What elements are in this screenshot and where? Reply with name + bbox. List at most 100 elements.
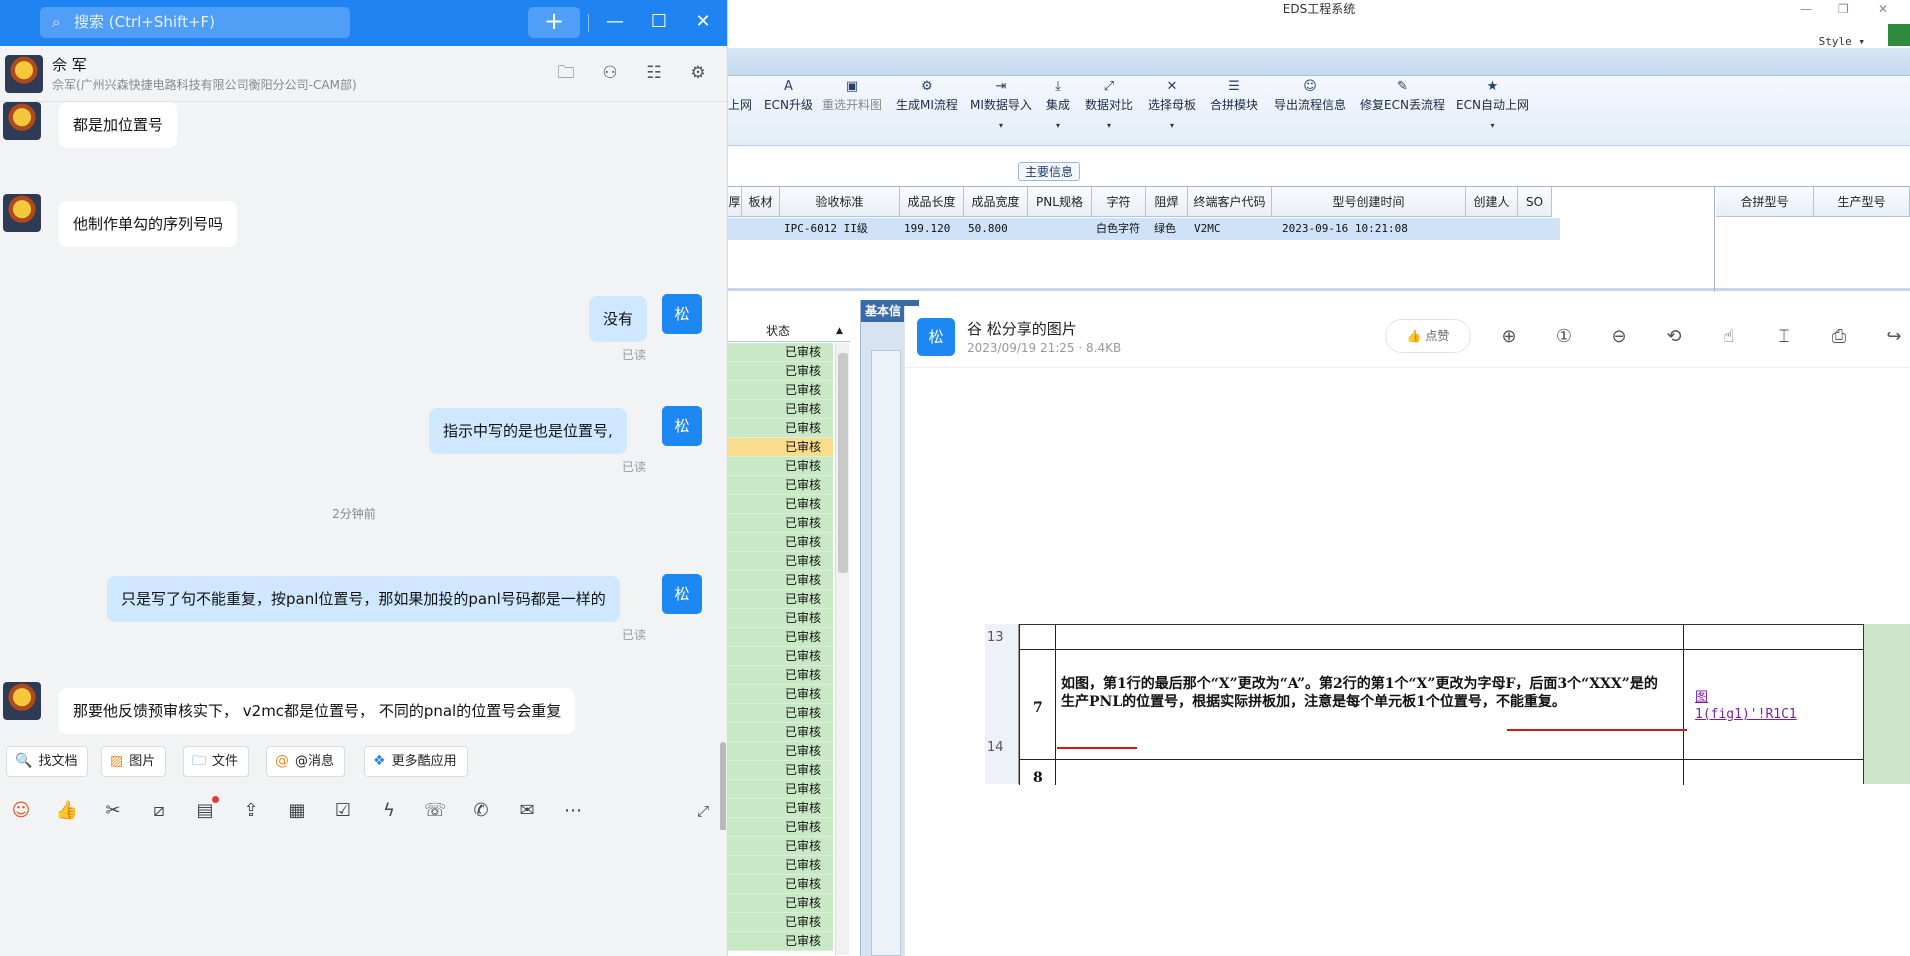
ribbon-button-integrate[interactable]: ⤓ 集成 ▾ [1046, 80, 1070, 131]
more-apps-button[interactable]: ❖ 更多酷应用 [364, 746, 468, 777]
ribbon-button-ecn-auto-online[interactable]: ★ ECN自动上网 ▾ [1456, 80, 1529, 131]
status-cell[interactable]: 已审核 [728, 590, 833, 609]
thumbs-up-icon[interactable]: 👍 [52, 796, 82, 826]
style-dropdown[interactable]: Style ▾ [1819, 35, 1865, 48]
status-cell[interactable]: 已审核 [728, 533, 833, 552]
add-user-icon[interactable]: ⚇ [597, 60, 623, 86]
rotate-icon[interactable]: ⟲ [1660, 324, 1688, 352]
find-doc-button[interactable]: 🔍 找文档 [6, 746, 89, 777]
column-header[interactable]: 阻焊 [1146, 187, 1188, 217]
zoom-out-icon[interactable]: ⊖ [1605, 324, 1633, 352]
status-cell[interactable]: 已审核 [728, 742, 833, 761]
slash-command-icon[interactable]: ⧄ [144, 796, 174, 826]
status-cell[interactable]: 已审核 [728, 913, 833, 932]
message-bubble[interactable]: 他制作单勾的序列号吗 [59, 201, 238, 247]
chevron-down-icon[interactable]: ▾ [1085, 121, 1133, 130]
status-cell[interactable]: 已审核 [728, 476, 833, 495]
image-button[interactable]: ▨ 图片 [101, 746, 167, 777]
mention-button[interactable]: @ @消息 [266, 746, 346, 777]
column-header[interactable]: 终端客户代码 [1188, 187, 1272, 217]
zoom-in-icon[interactable]: ⊕ [1495, 324, 1523, 352]
ribbon-button-online[interactable]: 上网 [728, 80, 752, 113]
status-cell[interactable]: 已审核 [728, 932, 833, 951]
column-header[interactable]: 板材 [742, 187, 780, 217]
ribbon-button-merge-module[interactable]: ☰ 合拼模块 [1210, 80, 1258, 113]
contact-name[interactable]: 佘 军 [52, 54, 87, 75]
status-cell[interactable]: 已审核 [728, 457, 833, 476]
share-icon[interactable]: ↪ [1880, 324, 1908, 352]
minimize-icon[interactable]: — [1800, 2, 1812, 16]
calendar-icon[interactable]: ▦ [282, 796, 312, 826]
status-cell[interactable]: 已审核 [728, 514, 833, 533]
close-icon[interactable]: ✕ [1878, 2, 1888, 16]
minimize-icon[interactable]: — [601, 8, 629, 36]
status-cell[interactable]: 已审核 [728, 723, 833, 742]
status-cell[interactable]: 已审核 [728, 552, 833, 571]
hand-icon[interactable]: ☝ [1715, 324, 1743, 352]
chevron-down-icon[interactable]: ▾ [1456, 121, 1529, 130]
status-cell[interactable]: 已审核 [728, 362, 833, 381]
task-check-icon[interactable]: ☑ [328, 796, 358, 826]
chevron-down-icon[interactable]: ▾ [970, 121, 1032, 130]
status-cell[interactable]: 已审核 [728, 685, 833, 704]
message-bubble[interactable]: 没有 [589, 296, 648, 342]
more-icon[interactable]: ⋯ [558, 796, 588, 826]
column-header[interactable]: 字符 [1092, 187, 1146, 217]
sort-up-icon[interactable]: ▲ [836, 320, 843, 342]
avatar[interactable]: 松 [662, 574, 702, 614]
status-cell[interactable]: 已审核 [728, 780, 833, 799]
close-icon[interactable]: ✕ [689, 8, 717, 36]
expand-icon[interactable]: ⤢ [688, 796, 718, 826]
status-cell[interactable]: 已审核 [728, 400, 833, 419]
status-cell[interactable]: 已审核 [728, 856, 833, 875]
mail-icon[interactable]: ✉ [512, 796, 542, 826]
column-header[interactable]: 成品长度 [900, 187, 964, 217]
ribbon-button-generate-mi[interactable]: ⚙ 生成MI流程 [896, 80, 958, 113]
search-history-icon[interactable]: ☷ [641, 60, 667, 86]
avatar[interactable] [5, 55, 43, 93]
message-bubble[interactable]: 指示中写的是也是位置号, [429, 408, 627, 454]
status-cell[interactable]: 已审核 [728, 647, 833, 666]
column-header[interactable]: 合拼型号 [1716, 187, 1814, 217]
status-cell[interactable]: 已审核 [728, 837, 833, 856]
status-cell[interactable]: 已审核 [728, 894, 833, 913]
status-column-header[interactable]: 状态 ▲ [728, 320, 850, 342]
ribbon-button-export-flow[interactable]: ☺ 导出流程信息 [1274, 80, 1346, 113]
scrollbar[interactable] [835, 343, 849, 955]
avatar[interactable] [3, 682, 41, 720]
status-cell[interactable]: 已审核 [728, 799, 833, 818]
status-cell[interactable]: 已审核 [728, 875, 833, 894]
scissors-icon[interactable]: ✂ [98, 796, 128, 826]
actual-size-icon[interactable]: ① [1550, 324, 1578, 352]
message-bubble[interactable]: 只是写了句不能重复，按panl位置号，那如果加投的panl号码都是一样的 [107, 576, 620, 622]
column-header[interactable]: 厚 [728, 187, 742, 217]
status-cell[interactable]: 已审核 [728, 343, 833, 362]
ribbon-button-repair-ecn[interactable]: ✎ 修复ECN丢流程 [1360, 80, 1445, 113]
avatar[interactable]: 松 [662, 294, 702, 334]
status-cell[interactable]: 已审核 [728, 381, 833, 400]
phone-call-icon[interactable]: ✆ [466, 796, 496, 826]
gear-icon[interactable]: ⚙ [685, 60, 711, 86]
crop-text-icon[interactable]: ⌶ [1770, 324, 1798, 352]
column-header[interactable]: 型号创建时间 [1272, 187, 1466, 217]
lightning-icon[interactable]: ϟ [374, 796, 404, 826]
column-header[interactable]: SO [1518, 187, 1552, 217]
chevron-down-icon[interactable]: ▾ [1148, 121, 1196, 130]
ribbon-button-data-compare[interactable]: ⤢ 数据对比 ▾ [1085, 80, 1133, 131]
upload-icon[interactable]: ⇪ [236, 796, 266, 826]
emoji-icon[interactable]: ☺ [6, 796, 36, 826]
file-button[interactable]: 🗀 文件 [183, 746, 250, 777]
column-header[interactable]: 验收标准 [780, 187, 900, 217]
column-header[interactable]: PNL规格 [1028, 187, 1092, 217]
add-button[interactable]: + [528, 7, 580, 38]
avatar[interactable]: 松 [662, 406, 702, 446]
avatar[interactable] [3, 102, 41, 140]
status-cell[interactable]: 已审核 [728, 761, 833, 780]
restore-icon[interactable]: ❐ [1838, 2, 1849, 16]
search-input[interactable]: ⌕ 搜索 (Ctrl+Shift+F) [40, 7, 350, 38]
like-button[interactable]: 👍 点赞 [1385, 319, 1471, 353]
column-header[interactable]: 创建人 [1466, 187, 1518, 217]
status-cell[interactable]: 已审核 [728, 628, 833, 647]
print-icon[interactable]: ⎙ [1825, 324, 1853, 352]
status-cell[interactable]: 已审核 [728, 419, 833, 438]
